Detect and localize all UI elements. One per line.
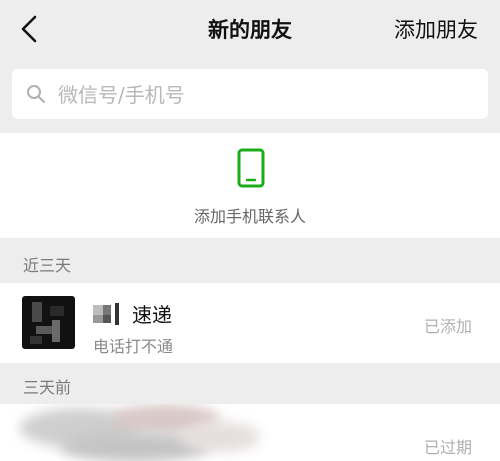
avatar[interactable] (22, 296, 75, 349)
request-status: 已添加 (423, 317, 472, 336)
blurred-avatar[interactable] (0, 404, 300, 461)
add-friends-button[interactable]: 添加朋友 (394, 14, 478, 44)
search-icon (27, 85, 45, 103)
section-header-recent: 近三天 (23, 256, 72, 275)
friend-request-row[interactable]: 已过期 (0, 404, 500, 461)
friend-request-row[interactable]: 速递 电话打不通 已添加 (0, 283, 500, 363)
navigation-bar: 新的朋友 添加朋友 (0, 0, 500, 58)
phone-icon (237, 148, 265, 188)
search-input[interactable] (56, 77, 480, 113)
search-bar[interactable] (12, 69, 488, 119)
add-phone-contacts-label: 添加手机联系人 (193, 207, 306, 226)
add-phone-contacts-entry[interactable]: 添加手机联系人 (0, 133, 500, 238)
request-message: 电话打不通 (93, 337, 174, 356)
contact-name: 速递 (132, 303, 172, 327)
pixelated-name-mask (93, 303, 121, 325)
section-header-older: 三天前 (23, 378, 72, 397)
request-status: 已过期 (423, 438, 472, 457)
